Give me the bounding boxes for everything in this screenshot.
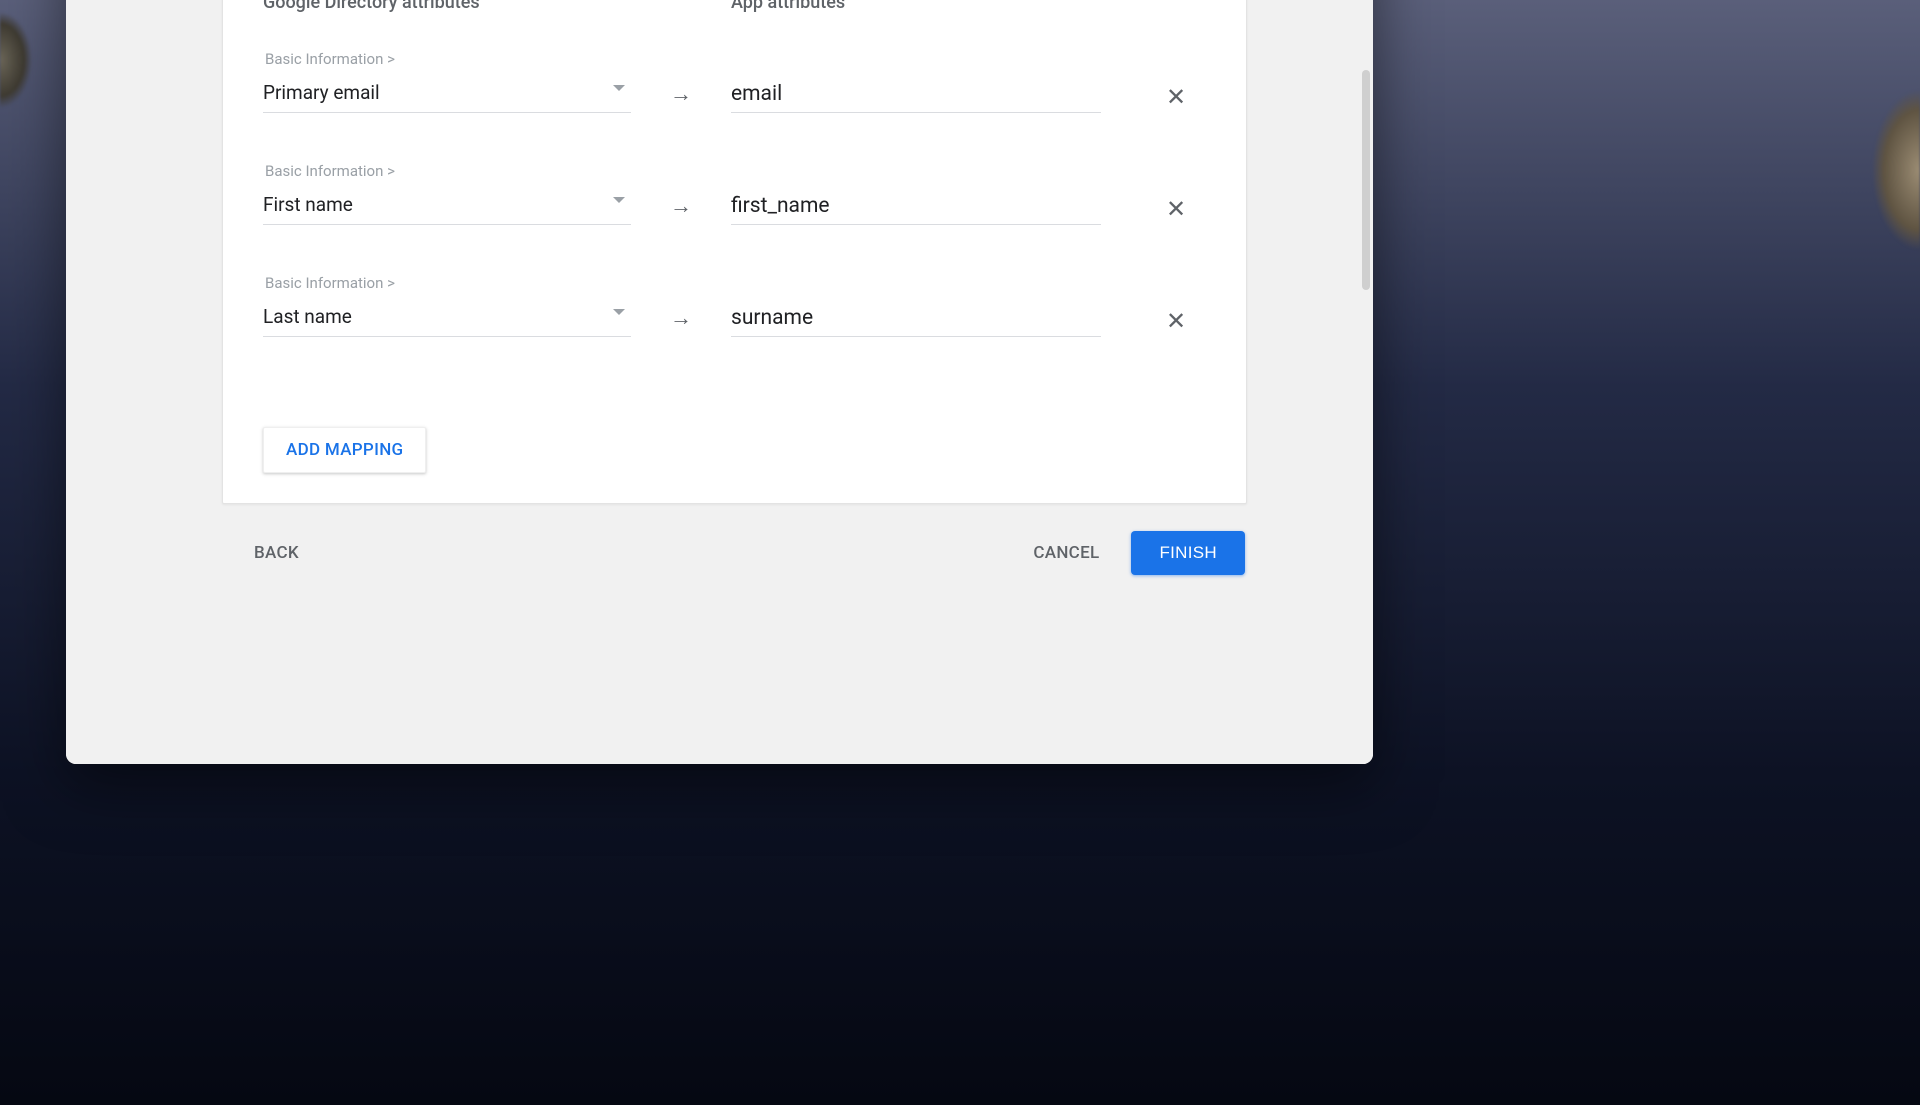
- arrow-right-icon: →: [670, 193, 692, 219]
- vertical-scrollbar[interactable]: [1359, 0, 1373, 764]
- column-header-google-attributes: Google Directory attributes: [263, 0, 731, 13]
- column-header-app-attributes: App attributes: [731, 0, 1206, 13]
- arrow-right-icon: →: [670, 305, 692, 331]
- select-value: First name: [263, 193, 353, 216]
- cancel-button[interactable]: CANCEL: [1033, 543, 1099, 563]
- select-value: Last name: [263, 305, 352, 328]
- mapping-row: Basic Information > Last name →: [263, 261, 1206, 337]
- remove-mapping-button[interactable]: ✕: [1166, 197, 1186, 221]
- finish-button[interactable]: FINISH: [1131, 531, 1245, 575]
- back-button[interactable]: BACK: [254, 543, 299, 563]
- modal-footer: BACK CANCEL FINISH: [222, 513, 1245, 593]
- select-group-label: Basic Information >: [265, 162, 631, 180]
- google-attribute-select[interactable]: First name: [263, 188, 631, 225]
- mapping-rows: Basic Information > Primary email →: [263, 37, 1206, 337]
- mapping-row: Basic Information > First name →: [263, 149, 1206, 225]
- mapping-row: Basic Information > Primary email →: [263, 37, 1206, 113]
- app-attribute-input[interactable]: [731, 304, 1101, 337]
- select-value: Primary email: [263, 81, 380, 104]
- modal-container: Attributes Add and select user fields in…: [94, 0, 1345, 594]
- select-group-label: Basic Information >: [265, 50, 631, 68]
- remove-mapping-button[interactable]: ✕: [1166, 85, 1186, 109]
- google-attribute-select[interactable]: Last name: [263, 300, 631, 337]
- chevron-down-icon: [613, 85, 625, 91]
- add-mapping-button[interactable]: ADD MAPPING: [263, 427, 426, 473]
- chevron-down-icon: [613, 309, 625, 315]
- app-attribute-input[interactable]: [731, 192, 1101, 225]
- arrow-right-icon: →: [670, 81, 692, 107]
- attributes-card: Attributes Add and select user fields in…: [222, 0, 1247, 504]
- remove-mapping-button[interactable]: ✕: [1166, 309, 1186, 333]
- scrollbar-thumb[interactable]: [1362, 70, 1370, 290]
- google-attribute-select[interactable]: Primary email: [263, 76, 631, 113]
- app-window: Attributes Add and select user fields in…: [66, 0, 1373, 764]
- app-attribute-input[interactable]: [731, 80, 1101, 113]
- modal-backdrop: Attributes Add and select user fields in…: [66, 0, 1373, 764]
- desktop-background: Attributes Add and select user fields in…: [0, 0, 1920, 1105]
- select-group-label: Basic Information >: [265, 274, 631, 292]
- chevron-down-icon: [613, 197, 625, 203]
